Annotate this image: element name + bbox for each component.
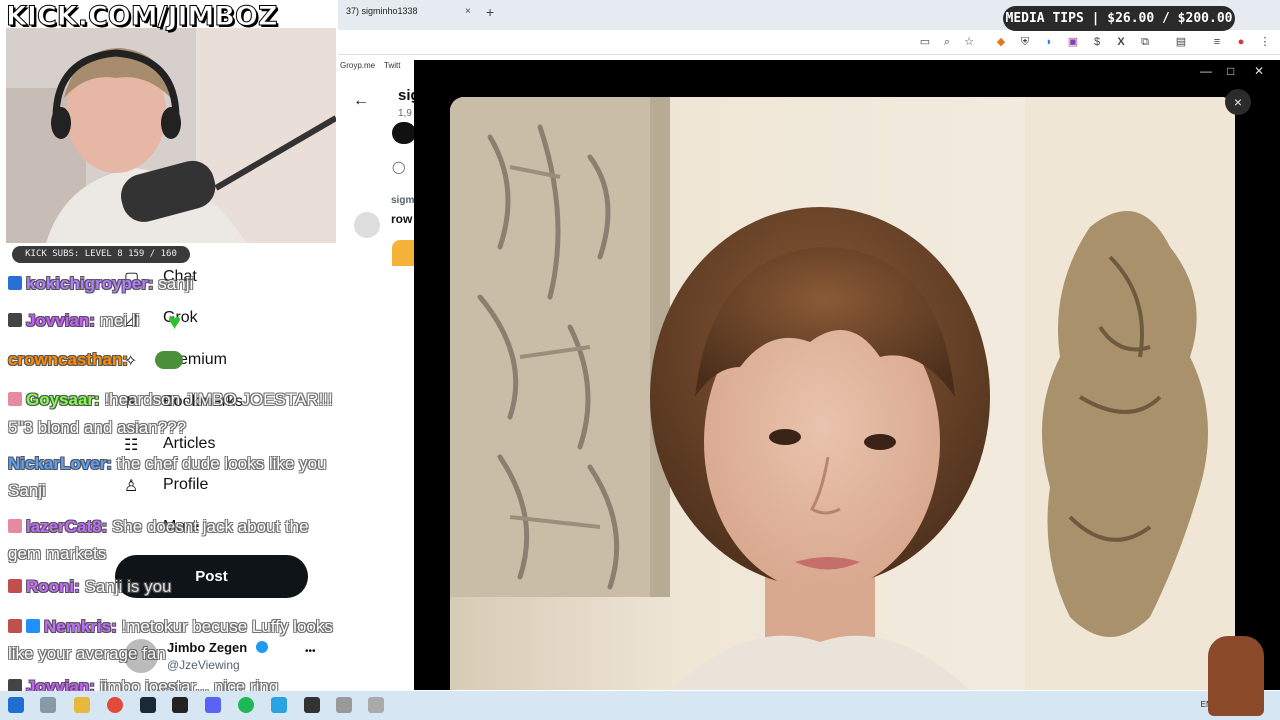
file-explorer-icon[interactable] xyxy=(74,697,90,713)
bookmark-item[interactable]: Groyp.me xyxy=(340,61,375,70)
webcam-illustration xyxy=(6,28,336,243)
repost-label: sigm xyxy=(391,195,415,206)
windows-taskbar: ENG xyxy=(0,691,1280,720)
maximize-icon[interactable]: □ xyxy=(1227,64,1234,78)
chat-username: crowncasthan: xyxy=(8,350,128,369)
chat-username: Rooni: xyxy=(26,577,80,596)
avatar[interactable] xyxy=(354,212,380,238)
profile-icon[interactable]: ● xyxy=(1234,35,1248,49)
sub-badge-icon xyxy=(8,519,22,533)
app-icon[interactable] xyxy=(368,697,384,713)
chat-text: Sanji is you xyxy=(84,577,172,596)
viewer-photo[interactable] xyxy=(450,97,1235,690)
chat-message: Goysaar: !heardson JIMBO JOESTAR!!! 5"3 … xyxy=(8,386,338,442)
chat-username: Jovvian: xyxy=(26,311,95,330)
ninja-badge-icon xyxy=(8,313,22,327)
play-icon[interactable] xyxy=(392,122,416,144)
minimize-icon[interactable]: — xyxy=(1200,64,1212,78)
chat-message: Nemkris: !metokur becuse Luffy looks lik… xyxy=(8,613,353,667)
cast-icon[interactable]: ▤ xyxy=(1174,35,1188,49)
dollar-icon[interactable]: $ xyxy=(1090,35,1104,49)
chat-text: mei li xyxy=(99,311,140,330)
telegram-icon[interactable] xyxy=(271,697,287,713)
start-icon[interactable] xyxy=(8,697,24,713)
metamask-icon[interactable]: ◆ xyxy=(994,35,1008,49)
chat-username: Nemkris: xyxy=(44,617,117,636)
chat-message: kokichigroyper: sanji xyxy=(8,274,193,294)
chat-text: sanji xyxy=(158,274,194,293)
discord-icon[interactable] xyxy=(205,697,221,713)
sub-badge-icon xyxy=(8,392,22,406)
chat-message: lazerCat8: She doesnt jack about the gem… xyxy=(8,513,343,567)
sub-badge-icon xyxy=(8,579,22,593)
sub-badge-icon xyxy=(8,276,22,290)
subs-progress-bar: KICK SUBS: LEVEL 8 159 / 160 xyxy=(12,246,190,263)
chat-message: Jovvian: mei li xyxy=(8,311,139,331)
app-icon[interactable] xyxy=(336,697,352,713)
chat-username: Goysaar: xyxy=(26,390,100,409)
chrome-icon[interactable] xyxy=(107,697,123,713)
star-icon[interactable]: ☆ xyxy=(962,35,976,49)
terminal-icon[interactable] xyxy=(172,697,188,713)
chat-username: lazerCat8: xyxy=(26,517,108,536)
photo-illustration xyxy=(450,97,1235,690)
sub-badge-icon xyxy=(8,619,22,633)
back-arrow-icon[interactable]: ← xyxy=(353,92,369,110)
task-view-icon[interactable] xyxy=(40,697,56,713)
browser-toolbar: ▭ ⌕ ☆ ◆ ⛨ ◗ ▣ $ X ⧉ ▤ ≡ ● ⋮ xyxy=(338,30,1280,55)
chat-username: kokichigroyper: xyxy=(26,274,154,293)
chat-username: NickarLover: xyxy=(8,454,112,473)
window-close-icon[interactable]: ✕ xyxy=(1254,64,1264,78)
chat-message: crowncasthan: xyxy=(8,350,128,370)
new-tab-button[interactable]: + xyxy=(486,4,494,20)
twitter-page xyxy=(338,77,418,690)
obs-icon[interactable] xyxy=(304,697,320,713)
zoom-icon[interactable]: ⌕ xyxy=(940,35,954,49)
webcam-feed xyxy=(6,28,336,243)
puzzle-icon[interactable]: ⧉ xyxy=(1138,35,1152,49)
reply-icon[interactable]: ◯ xyxy=(392,160,405,174)
media-tips-badge: MEDIA TIPS | $26.00 / $200.00 xyxy=(1003,6,1235,31)
cube-badge-icon xyxy=(26,619,40,633)
media-thumbnail[interactable] xyxy=(392,240,416,266)
bookmark-item[interactable]: Twitt xyxy=(384,61,400,70)
close-viewer-button[interactable]: × xyxy=(1225,89,1251,115)
chat-message: Rooni: Sanji is you xyxy=(8,577,172,597)
browser-tab[interactable]: 37) sigminho1338 xyxy=(346,6,418,16)
pepe-emote-icon xyxy=(155,351,183,369)
tab-close-icon[interactable]: × xyxy=(465,6,471,17)
shield-icon[interactable]: ⛨ xyxy=(1018,35,1032,49)
x-icon[interactable]: X xyxy=(1114,35,1128,49)
steam-icon[interactable] xyxy=(140,697,156,713)
extension-icon[interactable]: ▣ xyxy=(1066,35,1080,49)
heart-emote-icon: ♥ xyxy=(168,309,182,334)
post-count: 1,9 xyxy=(398,108,412,119)
author-name[interactable]: row xyxy=(391,212,412,226)
chat-message: NickarLover: the chef dude looks like yo… xyxy=(8,450,358,504)
audio-icon[interactable]: ◗ xyxy=(1042,35,1056,49)
mascot-sticker xyxy=(1208,636,1264,716)
kebab-menu-icon[interactable]: ⋮ xyxy=(1258,35,1272,49)
install-icon[interactable]: ▭ xyxy=(918,35,932,49)
spotify-icon[interactable] xyxy=(238,697,254,713)
menu-icon[interactable]: ≡ xyxy=(1210,35,1224,49)
channel-logo: KICK.COM/JIMBOZ xyxy=(6,1,279,33)
